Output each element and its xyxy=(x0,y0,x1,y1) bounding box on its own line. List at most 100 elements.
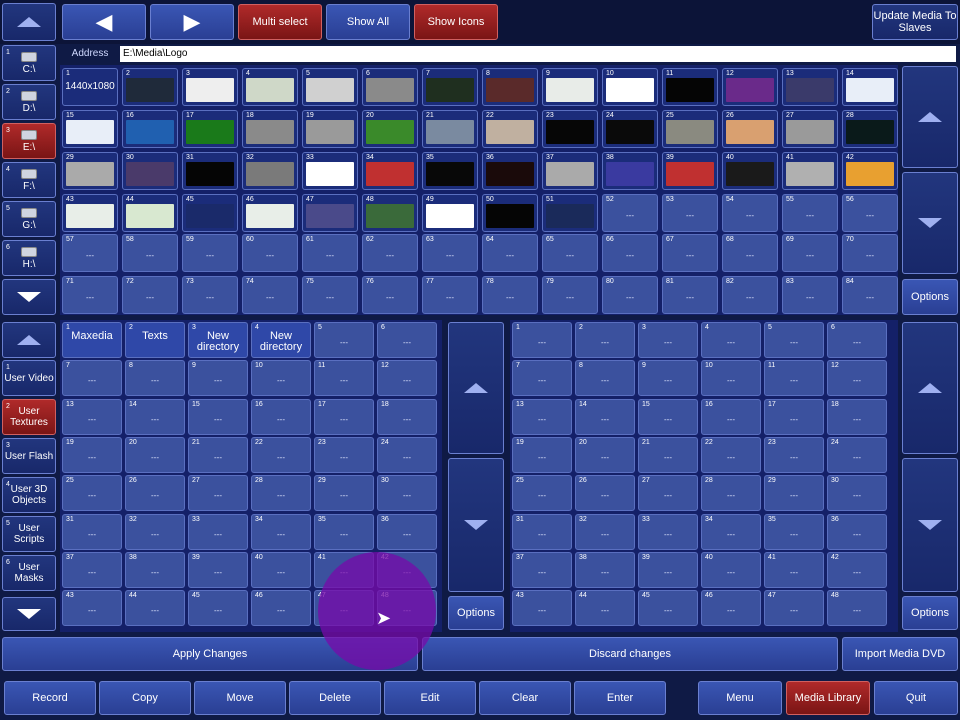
media-cell[interactable]: 70 --- xyxy=(842,234,898,272)
drive-button-g[interactable]: 5 G:\ xyxy=(2,201,56,237)
library-cell[interactable]: 39 --- xyxy=(188,552,248,588)
scroll-down-categories-button[interactable] xyxy=(2,597,56,631)
library-scroll-down-button[interactable] xyxy=(448,458,504,592)
right-grid-cell[interactable]: 44 --- xyxy=(575,590,635,626)
media-cell[interactable]: 7 xyxy=(422,68,478,106)
media-cell[interactable]: 47 xyxy=(302,194,358,232)
media-cell[interactable]: 55 --- xyxy=(782,194,838,232)
media-cell[interactable]: 12 xyxy=(722,68,778,106)
media-cell[interactable]: 54 --- xyxy=(722,194,778,232)
clear-button[interactable]: Clear xyxy=(479,681,571,715)
media-cell[interactable]: 37 xyxy=(542,152,598,190)
library-cell[interactable]: 14 --- xyxy=(125,399,185,435)
right-grid-cell[interactable]: 48 --- xyxy=(827,590,887,626)
drive-button-h[interactable]: 6 H:\ xyxy=(2,240,56,276)
media-cell[interactable]: 71 --- xyxy=(62,276,118,314)
right-grid-cell[interactable]: 8 --- xyxy=(575,360,635,396)
scroll-down-drives-button[interactable] xyxy=(2,279,56,315)
library-cell[interactable]: 5 --- xyxy=(314,322,374,358)
move-button[interactable]: Move xyxy=(194,681,286,715)
right-grid-cell[interactable]: 29 --- xyxy=(764,475,824,511)
right-grid-cell[interactable]: 3 --- xyxy=(638,322,698,358)
media-cell[interactable]: 77 --- xyxy=(422,276,478,314)
media-cell[interactable]: 76 --- xyxy=(362,276,418,314)
media-cell[interactable]: 75 --- xyxy=(302,276,358,314)
media-cell[interactable]: 30 xyxy=(122,152,178,190)
right-grid-cell[interactable]: 16 --- xyxy=(701,399,761,435)
library-cell[interactable]: 6 --- xyxy=(377,322,437,358)
update-media-button[interactable]: Update Media To Slaves xyxy=(872,4,958,40)
library-cell[interactable]: 43 --- xyxy=(62,590,122,626)
library-cell[interactable]: 37 --- xyxy=(62,552,122,588)
right-grid-cell[interactable]: 34 --- xyxy=(701,514,761,550)
right-grid-cell[interactable]: 31 --- xyxy=(512,514,572,550)
right-grid-cell[interactable]: 10 --- xyxy=(701,360,761,396)
forward-button[interactable]: ▶ xyxy=(150,4,234,40)
record-button[interactable]: Record xyxy=(4,681,96,715)
media-cell[interactable]: 19 xyxy=(302,110,358,148)
media-cell[interactable]: 68 --- xyxy=(722,234,778,272)
library-cell[interactable]: 13 --- xyxy=(62,399,122,435)
media-cell[interactable]: 69 --- xyxy=(782,234,838,272)
media-cell[interactable]: 23 xyxy=(542,110,598,148)
library-cell[interactable]: 25 --- xyxy=(62,475,122,511)
library-cell[interactable]: 1 Maxedia xyxy=(62,322,122,358)
right-grid-cell[interactable]: 1 --- xyxy=(512,322,572,358)
media-scroll-up-button[interactable] xyxy=(902,66,958,168)
delete-button[interactable]: Delete xyxy=(289,681,381,715)
right-grid-cell[interactable]: 7 --- xyxy=(512,360,572,396)
library-cell[interactable]: 46 --- xyxy=(251,590,311,626)
library-cell[interactable]: 17 --- xyxy=(314,399,374,435)
media-cell[interactable]: 61 --- xyxy=(302,234,358,272)
right-grid-cell[interactable]: 42 --- xyxy=(827,552,887,588)
right-grid-cell[interactable]: 2 --- xyxy=(575,322,635,358)
right-grid-cell[interactable]: 47 --- xyxy=(764,590,824,626)
library-cell[interactable]: 44 --- xyxy=(125,590,185,626)
library-cell[interactable]: 32 --- xyxy=(125,514,185,550)
library-cell[interactable]: 23 --- xyxy=(314,437,374,473)
library-cell[interactable]: 7 --- xyxy=(62,360,122,396)
back-button[interactable]: ◀ xyxy=(62,4,146,40)
right-grid-cell[interactable]: 13 --- xyxy=(512,399,572,435)
right-grid-cell[interactable]: 30 --- xyxy=(827,475,887,511)
right-grid-cell[interactable]: 36 --- xyxy=(827,514,887,550)
discard-changes-button[interactable]: Discard changes xyxy=(422,637,838,671)
media-cell[interactable]: 48 xyxy=(362,194,418,232)
right-scroll-down-button[interactable] xyxy=(902,458,958,592)
media-cell[interactable]: 63 --- xyxy=(422,234,478,272)
category-user-textures[interactable]: 2 User Textures xyxy=(2,399,56,435)
category-user-scripts[interactable]: 5 User Scripts xyxy=(2,516,56,552)
library-cell[interactable]: 21 --- xyxy=(188,437,248,473)
media-cell[interactable]: 50 xyxy=(482,194,538,232)
show-all-button[interactable]: Show All xyxy=(326,4,410,40)
library-cell[interactable]: 33 --- xyxy=(188,514,248,550)
media-cell[interactable]: 79 --- xyxy=(542,276,598,314)
library-cell[interactable]: 9 --- xyxy=(188,360,248,396)
right-grid-cell[interactable]: 46 --- xyxy=(701,590,761,626)
right-grid-cell[interactable]: 5 --- xyxy=(764,322,824,358)
library-cell[interactable]: 36 --- xyxy=(377,514,437,550)
media-cell[interactable]: 26 xyxy=(722,110,778,148)
library-cell[interactable]: 26 --- xyxy=(125,475,185,511)
library-cell[interactable]: 18 --- xyxy=(377,399,437,435)
scroll-up-categories-button[interactable] xyxy=(2,322,56,358)
media-cell[interactable]: 24 xyxy=(602,110,658,148)
drive-button-e[interactable]: 3 E:\ xyxy=(2,123,56,159)
right-grid-cell[interactable]: 15 --- xyxy=(638,399,698,435)
media-cell[interactable]: 33 xyxy=(302,152,358,190)
import-media-dvd-button[interactable]: Import Media DVD xyxy=(842,637,958,671)
library-cell[interactable]: 10 --- xyxy=(251,360,311,396)
library-cell[interactable]: 38 --- xyxy=(125,552,185,588)
media-cell[interactable]: 3 xyxy=(182,68,238,106)
right-grid-cell[interactable]: 27 --- xyxy=(638,475,698,511)
right-grid-cell[interactable]: 38 --- xyxy=(575,552,635,588)
media-cell[interactable]: 14 xyxy=(842,68,898,106)
right-grid-cell[interactable]: 17 --- xyxy=(764,399,824,435)
library-options-button[interactable]: Options xyxy=(448,596,504,630)
right-grid-cell[interactable]: 20 --- xyxy=(575,437,635,473)
media-cell[interactable]: 46 xyxy=(242,194,298,232)
right-grid-cell[interactable]: 12 --- xyxy=(827,360,887,396)
right-grid-cell[interactable]: 43 --- xyxy=(512,590,572,626)
media-cell[interactable]: 49 xyxy=(422,194,478,232)
media-options-button[interactable]: Options xyxy=(902,279,958,315)
